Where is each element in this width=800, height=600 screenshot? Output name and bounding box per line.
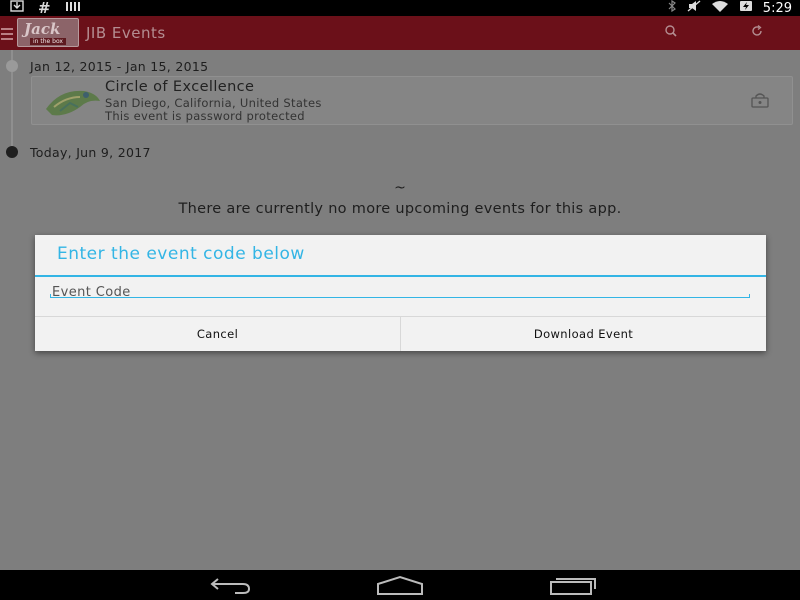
logo-text: Jack <box>24 20 61 38</box>
menu-icon[interactable] <box>0 25 14 41</box>
dialog-title: Enter the event code below <box>57 244 305 264</box>
dialog-button-row: Cancel Download Event <box>35 316 766 351</box>
mute-icon <box>687 0 701 16</box>
app-bar: Jack in the box JIB Events <box>0 16 800 50</box>
bluetooth-icon <box>667 0 677 16</box>
back-icon[interactable] <box>205 575 255 595</box>
today-label: Today, Jun 9, 2017 <box>30 145 151 160</box>
refresh-icon[interactable] <box>750 24 764 42</box>
event-code-dialog: Enter the event code below Cancel Downlo… <box>35 235 766 351</box>
home-icon[interactable] <box>375 575 425 595</box>
signal-bars-icon <box>65 0 81 16</box>
cancel-button[interactable]: Cancel <box>35 317 400 351</box>
navigation-bar <box>0 570 800 600</box>
hash-icon: # <box>38 0 51 17</box>
search-icon[interactable] <box>664 24 678 42</box>
status-bar: # 5:29 <box>0 0 800 16</box>
logo-subtext: in the box <box>30 38 66 45</box>
battery-charging-icon <box>739 0 753 16</box>
event-password-note: This event is password protected <box>105 109 305 123</box>
timeline-dot-past <box>6 60 18 72</box>
empty-tilde: ~ <box>394 180 406 196</box>
app-logo[interactable]: Jack in the box <box>17 18 79 47</box>
download-icon <box>10 0 24 16</box>
event-code-input[interactable] <box>50 283 750 301</box>
event-thumbnail <box>40 81 104 121</box>
app-title: JIB Events <box>86 24 166 42</box>
lock-icon <box>750 92 770 108</box>
empty-message: There are currently no more upcoming eve… <box>178 201 622 217</box>
input-underline <box>50 294 750 298</box>
download-event-button[interactable]: Download Event <box>401 317 766 351</box>
wifi-icon <box>711 0 729 16</box>
event-card[interactable]: Circle of Excellence San Diego, Californ… <box>31 76 793 125</box>
recents-icon[interactable] <box>548 575 598 595</box>
event-title: Circle of Excellence <box>105 79 255 95</box>
dialog-divider <box>35 275 766 277</box>
status-time: 5:29 <box>762 0 792 16</box>
past-date-range: Jan 12, 2015 - Jan 15, 2015 <box>30 59 209 74</box>
timeline-dot-today <box>6 146 18 158</box>
event-location: San Diego, California, United States <box>105 96 322 110</box>
